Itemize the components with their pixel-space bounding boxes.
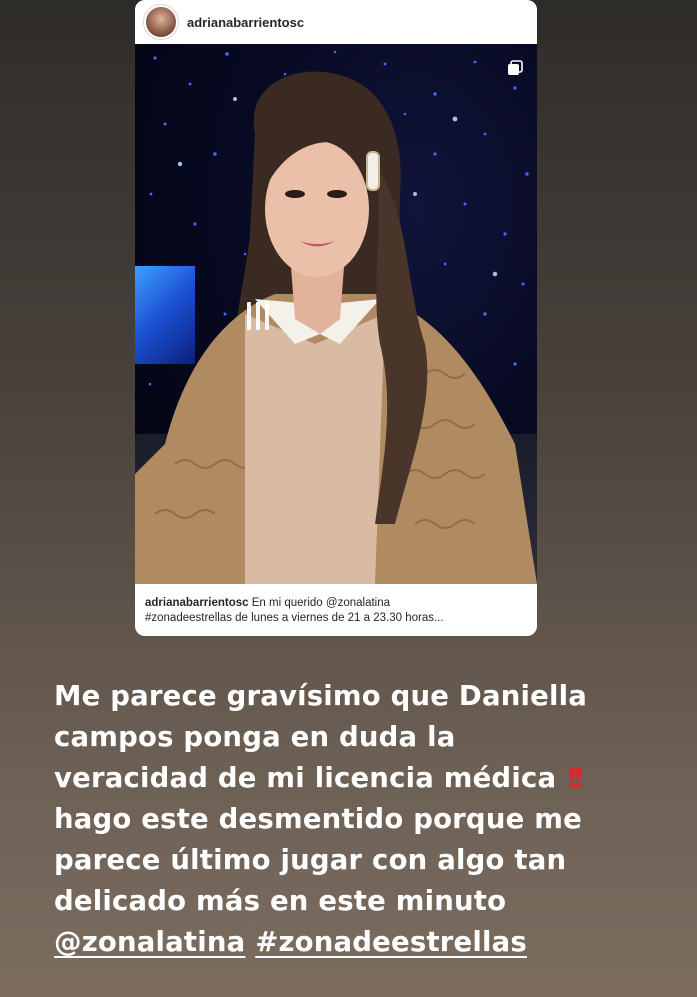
post-header[interactable]: adrianabarrientosc [135,0,537,44]
woman-figure [135,71,537,584]
pause-bar [265,302,269,330]
caption-line-2: #zonadeestrellas de lunes a viernes de 2… [145,612,444,624]
story-line-6: delicado más en este minuto [54,885,507,917]
story-line-1: Me parece gravísimo que Daniella [54,680,587,712]
post-photo[interactable] [135,44,537,584]
story-text-overlay: Me parece gravísimo que Daniella campos … [54,676,654,963]
story-line-4: hago este desmentido porque me [54,803,582,835]
caption-username[interactable]: adrianabarrientosc [145,597,249,609]
multiple-posts-icon [508,60,523,75]
story-line-3: veracidad de mi licencia médica [54,762,557,794]
pause-bar [247,302,251,330]
shared-post-card[interactable]: adrianabarrientosc adrianabarrientosc En… [135,0,537,636]
pause-bar [256,302,260,330]
story-line-5: parece último jugar con algo tan [54,844,567,876]
pause-icon[interactable] [243,302,273,330]
post-caption: adrianabarrientosc En mi querido @zonala… [145,596,530,626]
caption-text: En mi querido @zonalatina [251,597,391,609]
post-username[interactable]: adrianabarrientosc [187,15,304,30]
mention-link[interactable]: @zonalatina [54,926,245,958]
user-avatar[interactable] [146,7,176,37]
story-line-7: @zonalatina #zonadeestrellas [54,922,654,963]
double-exclamation-emoji: !! [566,762,585,794]
hashtag-link[interactable]: #zonadeestrellas [255,926,527,958]
story-line-2: campos ponga en duda la [54,721,456,753]
story-line-3-wrap: veracidad de mi licencia médica !! [54,758,654,799]
